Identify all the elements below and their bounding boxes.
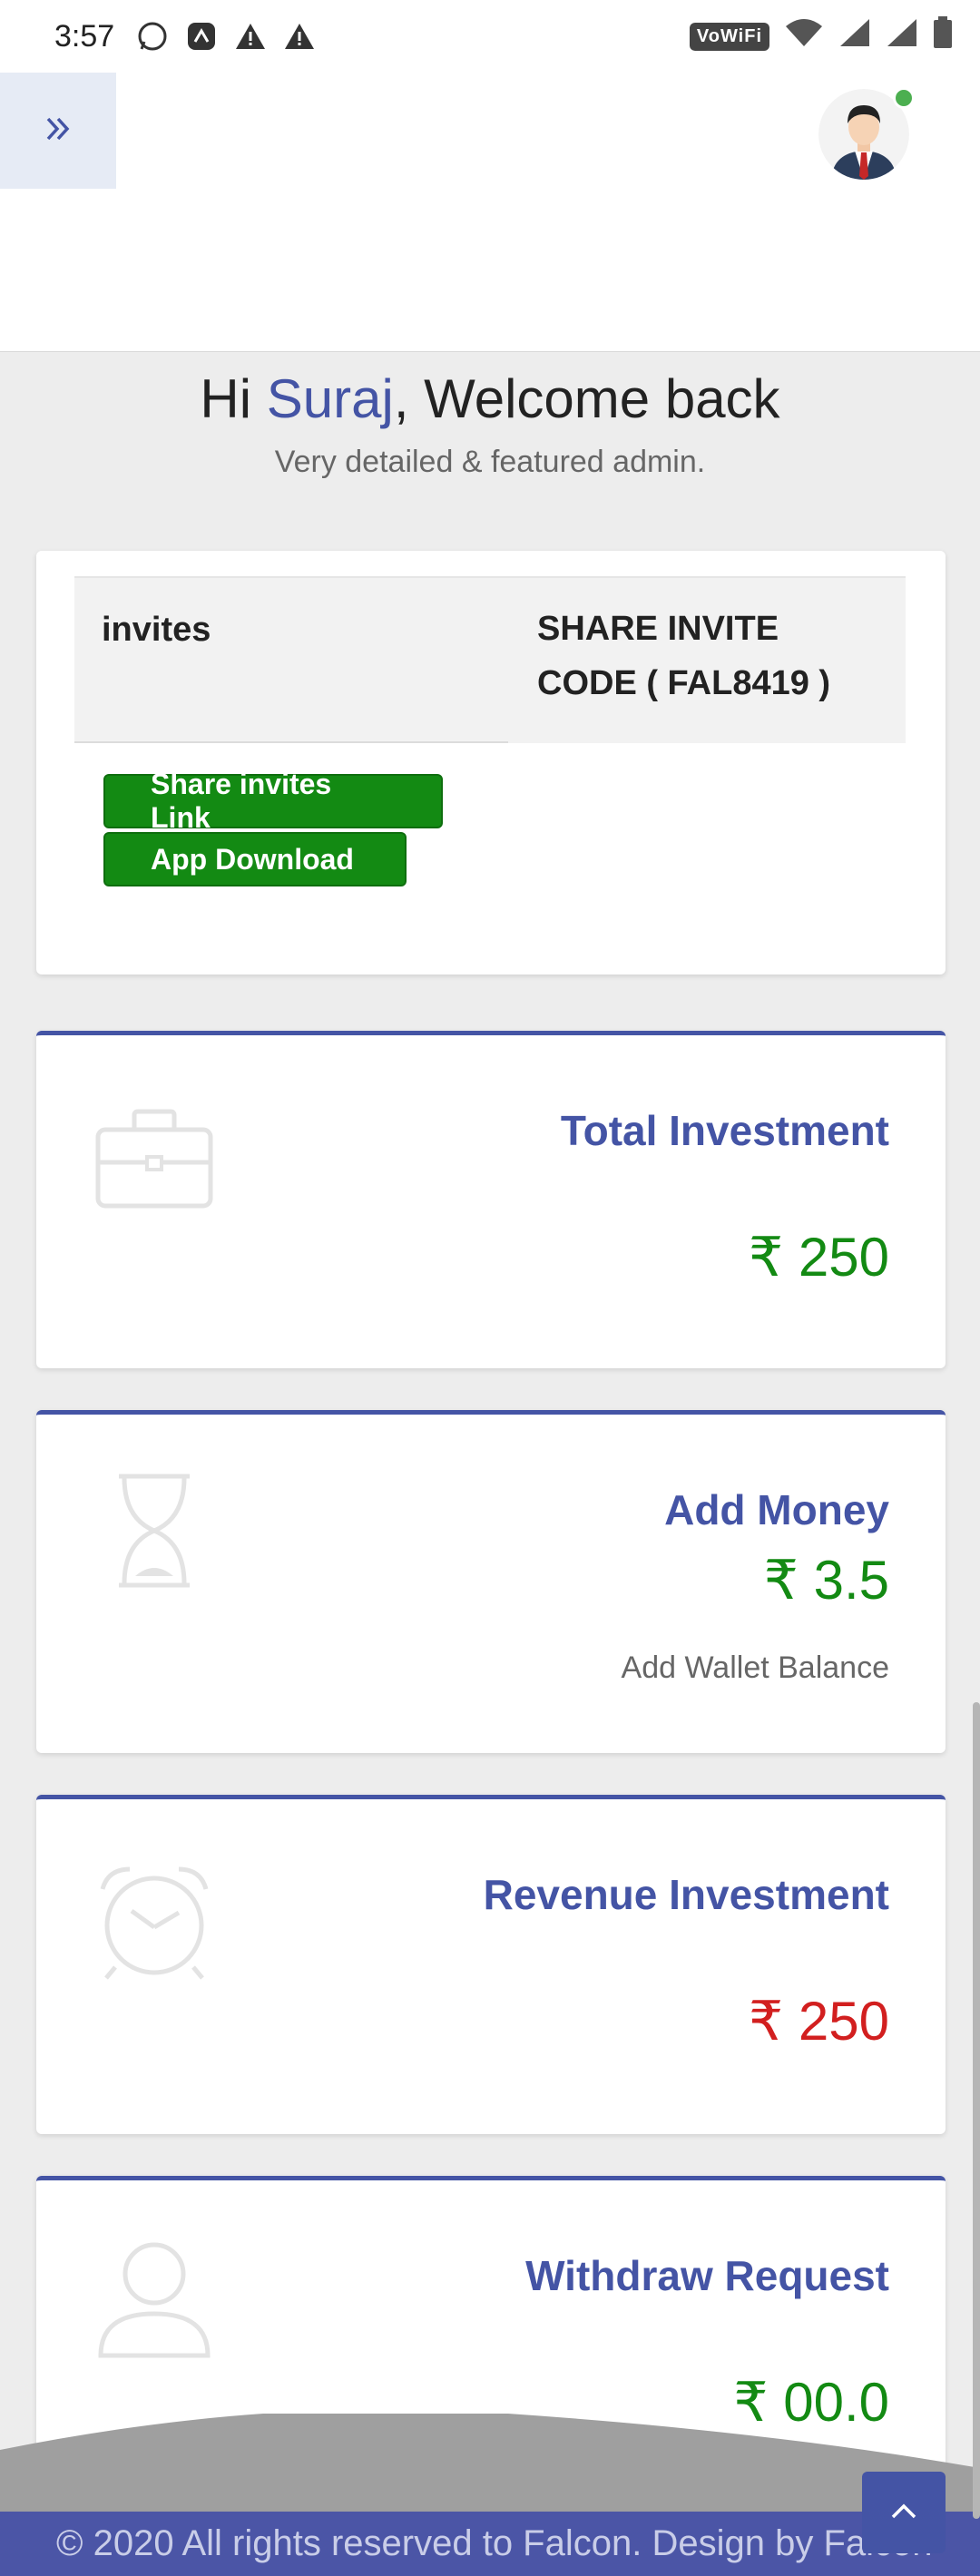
warning-icon <box>281 18 318 54</box>
signal-icon <box>838 17 871 56</box>
warning-icon <box>232 18 269 54</box>
welcome-heading: Hi Suraj, Welcome back <box>0 363 980 436</box>
revenue-investment-value: ₹ 250 <box>749 1991 889 2052</box>
footer: © 2020 All rights reserved to Falcon. De… <box>0 2512 980 2576</box>
invites-card: invites SHARE INVITE CODE ( FAL8419 ) Sh… <box>36 551 946 975</box>
invites-table: invites SHARE INVITE CODE ( FAL8419 ) <box>74 576 906 743</box>
withdraw-request-title: Withdraw Request <box>525 2252 889 2299</box>
revenue-investment-card[interactable]: Revenue Investment ₹ 250 <box>36 1795 946 2134</box>
share-invite-code-text: SHARE INVITE CODE ( FAL8419 ) <box>537 610 831 702</box>
page-scrollbar[interactable] <box>973 1702 980 2519</box>
user-name: Suraj <box>266 368 394 429</box>
footer-wave-decoration <box>0 2414 980 2513</box>
invites-label: invites <box>74 576 508 743</box>
total-investment-value: ₹ 250 <box>749 1227 889 1288</box>
revenue-investment-title: Revenue Investment <box>483 1871 889 1918</box>
whatsapp-icon <box>134 18 171 54</box>
app-download-button[interactable]: App Download <box>103 832 407 886</box>
user-icon <box>91 2237 218 2364</box>
alarm-clock-icon <box>91 1857 218 1984</box>
add-money-value: ₹ 3.5 <box>763 1550 889 1611</box>
top-header <box>0 73 980 352</box>
chevron-up-icon <box>890 2502 917 2524</box>
total-investment-title: Total Investment <box>560 1107 889 1154</box>
welcome-section: Hi Suraj, Welcome back Very detailed & f… <box>0 363 980 480</box>
app-notification-icon <box>183 18 220 54</box>
sidebar-toggle-button[interactable] <box>0 73 116 189</box>
battery-icon <box>933 15 953 57</box>
share-invite-code: SHARE INVITE CODE ( FAL8419 ) <box>508 576 906 743</box>
status-bar: 3:57 VoWiFi <box>0 0 980 73</box>
total-investment-card[interactable]: Total Investment ₹ 250 <box>36 1031 946 1368</box>
hourglass-icon <box>91 1467 218 1594</box>
share-invites-link-button[interactable]: Share invites Link <box>103 768 443 834</box>
briefcase-icon <box>91 1095 218 1222</box>
footer-copyright: © 2020 All rights reserved to Falcon. De… <box>56 2523 933 2563</box>
add-money-card[interactable]: Add Money ₹ 3.5 Add Wallet Balance <box>36 1410 946 1753</box>
welcome-subtitle: Very detailed & featured admin. <box>274 445 706 479</box>
add-wallet-balance-label: Add Wallet Balance <box>621 1650 889 1685</box>
add-money-title: Add Money <box>664 1486 889 1533</box>
scroll-to-top-button[interactable] <box>862 2472 946 2553</box>
signal-icon <box>886 17 918 56</box>
online-status-indicator <box>893 87 915 109</box>
greeting-prefix: Hi <box>200 368 267 429</box>
vowifi-badge: VoWiFi <box>689 22 769 51</box>
greeting-suffix: , Welcome back <box>393 368 780 429</box>
double-chevron-right-icon <box>43 113 74 149</box>
status-time: 3:57 <box>54 18 115 54</box>
wifi-icon <box>784 17 824 56</box>
